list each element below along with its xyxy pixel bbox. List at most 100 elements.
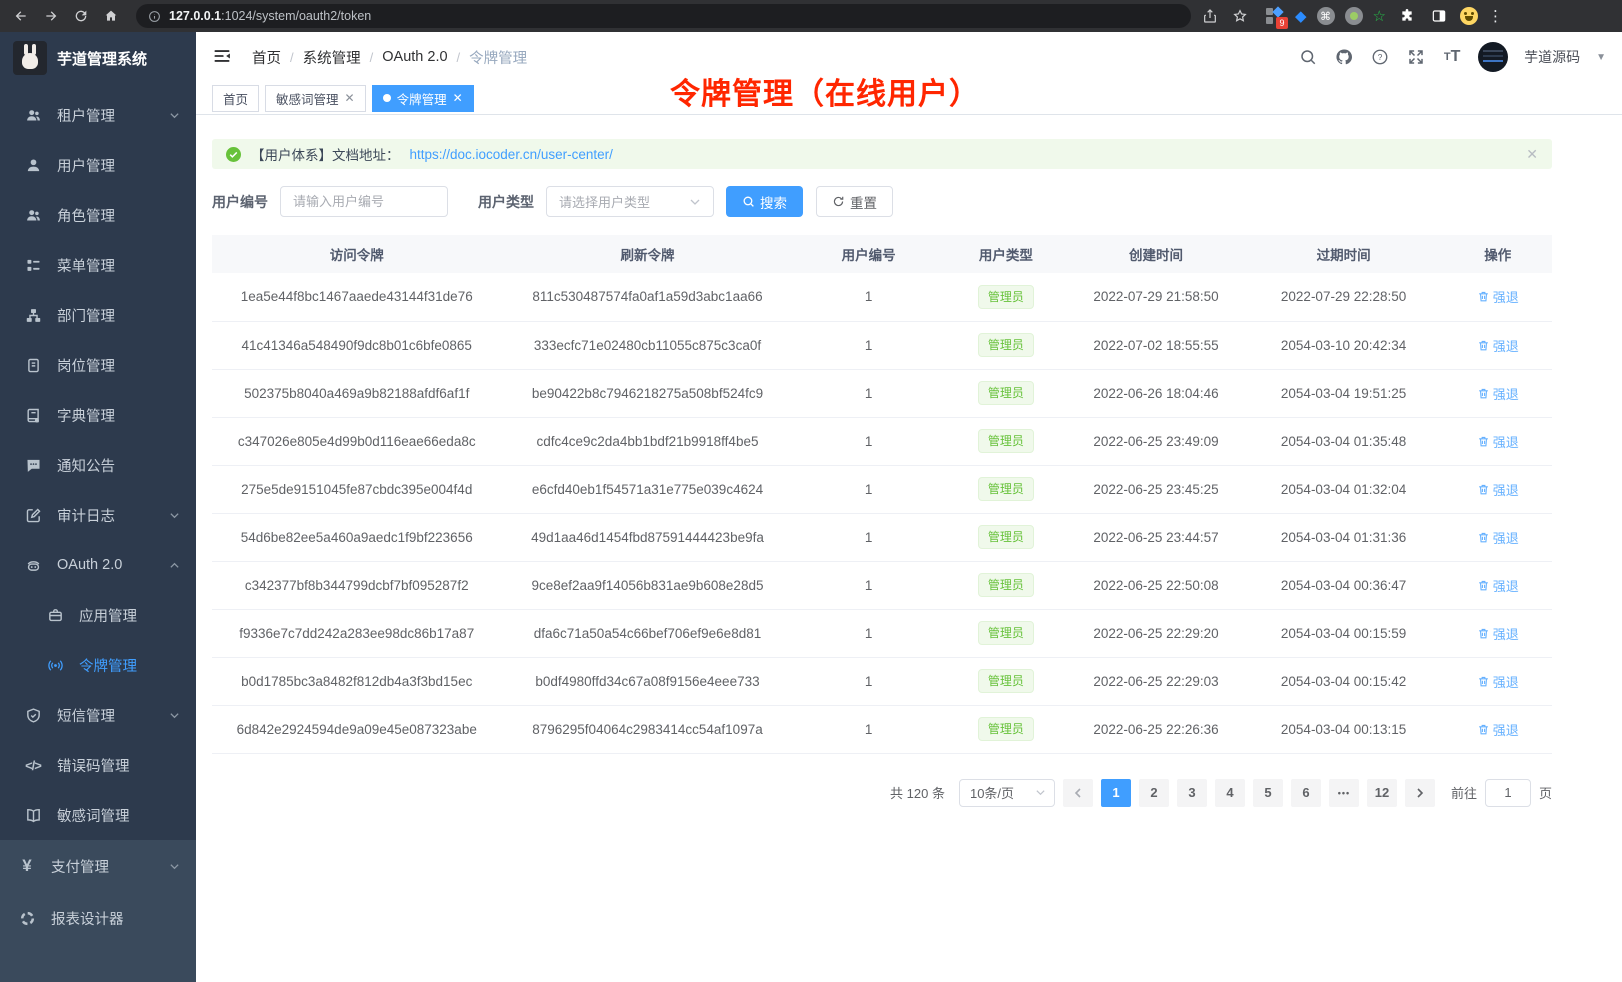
force-logout-button[interactable]: 强退 [1477, 384, 1519, 403]
record-extension-icon[interactable] [1345, 7, 1363, 25]
collapse-sidebar-icon[interactable] [212, 46, 234, 68]
refresh-token-cell: e6cfd40eb1f54571a31e775e039c4624 [501, 465, 793, 513]
prev-page-button[interactable] [1063, 779, 1093, 807]
home-icon[interactable] [100, 5, 122, 27]
alert-close-icon[interactable]: ✕ [1526, 146, 1538, 163]
tab-首页[interactable]: 首页 [212, 85, 259, 112]
share-icon[interactable] [1199, 5, 1221, 27]
page-more-button[interactable]: ••• [1329, 779, 1359, 807]
tab-敏感词管理[interactable]: 敏感词管理✕ [265, 85, 366, 112]
sidebar-item-字典管理[interactable]: 字典管理 [0, 390, 196, 440]
sidebar-item-令牌管理[interactable]: 令牌管理 [0, 640, 196, 690]
next-page-button[interactable] [1405, 779, 1435, 807]
table-row: 54d6be82ee5a460a9aedc1f9bf22365649d1aa46… [212, 513, 1552, 561]
sidebar-item-支付管理[interactable]: ¥支付管理 [0, 840, 196, 892]
address-bar[interactable]: 127.0.0.1:1024/system/oauth2/token [136, 4, 1191, 28]
sidebar-item-报表设计器[interactable]: 报表设计器 [0, 892, 196, 944]
back-icon[interactable] [10, 5, 32, 27]
force-logout-button[interactable]: 强退 [1477, 432, 1519, 451]
sidebar-item-应用管理[interactable]: 应用管理 [0, 590, 196, 640]
force-logout-button[interactable]: 强退 [1477, 720, 1519, 739]
action-cell: 强退 [1443, 369, 1552, 417]
page-size-select[interactable]: 10条/页 [959, 779, 1055, 807]
sidebar-item-部门管理[interactable]: 部门管理 [0, 290, 196, 340]
doc-link[interactable]: https://doc.iocoder.cn/user-center/ [410, 147, 613, 162]
search-icon[interactable] [1298, 47, 1318, 67]
command-extension-icon[interactable]: ⌘ [1317, 7, 1335, 25]
star-extension-icon[interactable]: ☆ [1373, 7, 1386, 25]
breadcrumb-item: 令牌管理 [469, 47, 527, 68]
page-button-5[interactable]: 5 [1253, 779, 1283, 807]
side-panel-icon[interactable] [1428, 5, 1450, 27]
tab-close-icon[interactable]: ✕ [453, 92, 463, 104]
force-logout-button[interactable]: 强退 [1477, 576, 1519, 595]
user-avatar[interactable] [1478, 42, 1508, 72]
created-time-cell: 2022-06-26 18:04:46 [1068, 369, 1244, 417]
user-type-select[interactable]: 请选择用户类型 [546, 186, 714, 217]
force-logout-button[interactable]: 强退 [1477, 480, 1519, 499]
expire-time-cell: 2054-03-04 00:15:42 [1244, 657, 1444, 705]
table-row: c347026e805e4d99b0d116eae66eda8ccdfc4ce9… [212, 417, 1552, 465]
user-id-input[interactable] [280, 186, 448, 217]
sidebar-item-角色管理[interactable]: 角色管理 [0, 190, 196, 240]
access-token-cell: 502375b8040a469a9b82188afdf6af1f [212, 369, 501, 417]
sidebar-item-短信管理[interactable]: 短信管理 [0, 690, 196, 740]
access-token-cell: 41c41346a548490f9dc8b01c6bfe0865 [212, 321, 501, 369]
forward-icon[interactable] [40, 5, 62, 27]
breadcrumb-item[interactable]: 系统管理 [303, 47, 361, 68]
chevron-down-icon [169, 861, 180, 872]
force-logout-button[interactable]: 强退 [1477, 336, 1519, 355]
page-button-4[interactable]: 4 [1215, 779, 1245, 807]
font-size-icon[interactable]: TT [1442, 47, 1462, 67]
sidebar-item-敏感词管理[interactable]: 敏感词管理 [0, 790, 196, 840]
page-button-1[interactable]: 1 [1101, 779, 1131, 807]
tab-令牌管理[interactable]: 令牌管理✕ [372, 85, 474, 112]
puzzle-extensions-icon[interactable] [1396, 5, 1418, 27]
force-logout-button[interactable]: 强退 [1477, 624, 1519, 643]
sidebar-item-岗位管理[interactable]: 岗位管理 [0, 340, 196, 390]
reload-icon[interactable] [70, 5, 92, 27]
help-icon[interactable]: ? [1370, 47, 1390, 67]
sidebar-item-用户管理[interactable]: 用户管理 [0, 140, 196, 190]
page-button-2[interactable]: 2 [1139, 779, 1169, 807]
breadcrumb-item[interactable]: OAuth 2.0 [382, 49, 447, 65]
browser-menu-icon[interactable]: ⋮ [1488, 7, 1503, 25]
username[interactable]: 芋道源码 [1524, 47, 1580, 67]
sidebar-item-OAuth 2.0[interactable]: OAuth 2.0 [0, 540, 196, 590]
reset-button[interactable]: 重置 [816, 186, 893, 217]
search-button[interactable]: 搜索 [726, 186, 803, 217]
tab-close-icon[interactable]: ✕ [345, 92, 355, 104]
sidebar-item-菜单管理[interactable]: 菜单管理 [0, 240, 196, 290]
created-time-cell: 2022-06-25 22:29:03 [1068, 657, 1244, 705]
pagination-total: 共 120 条 [890, 783, 945, 802]
success-check-icon [226, 147, 241, 162]
sidebar-item-通知公告[interactable]: 通知公告 [0, 440, 196, 490]
force-logout-button[interactable]: 强退 [1477, 528, 1519, 547]
expire-time-cell: 2054-03-04 01:32:04 [1244, 465, 1444, 513]
sidebar-item-label: 错误码管理 [57, 755, 130, 776]
force-logout-button[interactable]: 强退 [1477, 287, 1519, 306]
column-header-用户编号: 用户编号 [794, 235, 944, 273]
github-icon[interactable] [1334, 47, 1354, 67]
sidebar-item-审计日志[interactable]: 审计日志 [0, 490, 196, 540]
page-button-12[interactable]: 12 [1367, 779, 1397, 807]
trash-icon [1477, 531, 1490, 544]
goto-page-input[interactable] [1485, 779, 1531, 807]
page-button-3[interactable]: 3 [1177, 779, 1207, 807]
profile-avatar-icon[interactable] [1460, 7, 1478, 25]
doc-alert: 【用户体系】文档地址： https://doc.iocoder.cn/user-… [212, 139, 1552, 169]
column-header-过期时间: 过期时间 [1244, 235, 1444, 273]
sidebar-item-租户管理[interactable]: 租户管理 [0, 90, 196, 140]
app-logo-row[interactable]: 芋道管理系统 [0, 32, 196, 84]
force-logout-button[interactable]: 强退 [1477, 672, 1519, 691]
site-info-icon[interactable] [148, 10, 161, 23]
action-cell: 强退 [1443, 561, 1552, 609]
user-menu-caret-icon[interactable]: ▼ [1596, 52, 1606, 63]
breadcrumb-item[interactable]: 首页 [252, 47, 281, 68]
gem-extension-icon[interactable]: ◆ [1295, 7, 1307, 25]
sidebar-item-错误码管理[interactable]: </>错误码管理 [0, 740, 196, 790]
extension-grid-icon[interactable]: 9 [1265, 6, 1285, 26]
page-button-6[interactable]: 6 [1291, 779, 1321, 807]
bookmark-star-icon[interactable] [1229, 5, 1251, 27]
fullscreen-icon[interactable] [1406, 47, 1426, 67]
